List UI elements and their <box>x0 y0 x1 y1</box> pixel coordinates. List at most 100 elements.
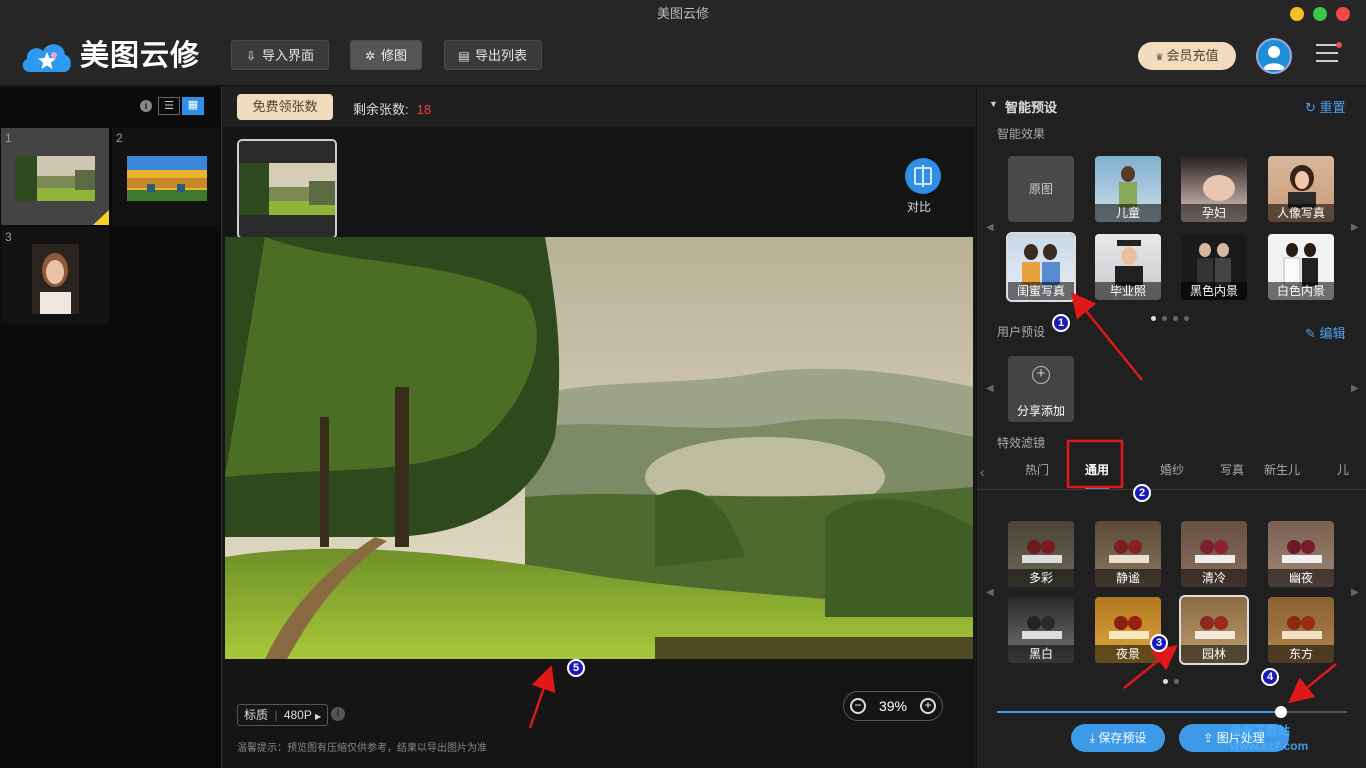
collapse-caret-icon[interactable]: ▼ <box>989 99 998 109</box>
prev-arrow-icon[interactable]: ◀ <box>986 222 994 233</box>
tabs-prev-icon[interactable]: ‹ <box>980 464 985 480</box>
page-dots[interactable] <box>1151 310 1195 324</box>
caret-right-icon: ▶ <box>314 712 322 721</box>
filter-tile[interactable]: 多彩 <box>1008 521 1074 587</box>
filter-tile[interactable]: 静谧 <box>1095 521 1161 587</box>
tab-newborn[interactable]: 新生儿 <box>1264 461 1300 478</box>
save-preset-button[interactable]: ⤓ 保存预设 <box>1071 724 1165 752</box>
effect-label: 毕业照 <box>1095 282 1161 300</box>
app-header: 美图云修 ⇩ 导入界面 ✲ 修图 ▤ 导出列表 ♛ 会员充值 <box>0 28 1366 86</box>
compare-button[interactable] <box>905 158 941 194</box>
prev-arrow-icon[interactable]: ◀ <box>986 383 994 394</box>
effect-tile[interactable]: 孕妇 <box>1181 156 1247 222</box>
thumbnail-panel: i ☰ ▦ 1 2 3 <box>0 87 222 768</box>
remaining-count: 剩余张数: 18 <box>353 99 431 118</box>
close-button[interactable] <box>1336 7 1350 21</box>
adjust-panel: ▼ 智能预设 ↻ 重置 智能效果 ◀ ▶ 原图 儿童 孕妇 人像写真 闺蜜写真 … <box>976 87 1366 768</box>
annotation-badge: 3 <box>1150 634 1168 652</box>
export-list-button[interactable]: ▤ 导出列表 <box>444 40 543 70</box>
filter-thumbnail <box>1109 540 1149 563</box>
effect-tile[interactable]: 毕业照 <box>1095 234 1161 300</box>
view-toolbar: i ☰ ▦ <box>0 87 222 127</box>
effect-original[interactable]: 原图 <box>1008 156 1074 222</box>
filter-tile[interactable]: 清冷 <box>1181 521 1247 587</box>
avatar[interactable] <box>1256 38 1292 74</box>
filter-thumbnail <box>1282 540 1322 563</box>
quality-value: 480P <box>283 708 312 722</box>
slider-knob[interactable] <box>1274 706 1287 718</box>
edit-label: 编辑 <box>1319 326 1346 341</box>
annotation-badge: 5 <box>567 659 585 677</box>
filter-tile[interactable]: 幽夜 <box>1268 521 1334 587</box>
filter-tile-selected[interactable]: 园林 <box>1179 595 1249 665</box>
filter-tile[interactable]: 东方 <box>1268 597 1334 663</box>
vip-recharge-button[interactable]: ♛ 会员充值 <box>1138 42 1236 70</box>
effect-thumbnail <box>1115 240 1143 286</box>
main-preview-image[interactable] <box>225 237 973 659</box>
effect-tile[interactable]: 黑色内景 <box>1181 234 1247 300</box>
thumbnail-item[interactable]: 3 <box>1 227 109 324</box>
menu-icon[interactable] <box>1316 44 1338 64</box>
effect-tile[interactable]: 人像写真 <box>1268 156 1334 222</box>
tab-wedding[interactable]: 婚纱 <box>1160 461 1184 478</box>
share-add-tile[interactable]: + 分享添加 <box>1008 356 1074 422</box>
tab-hot[interactable]: 热门 <box>1025 461 1049 478</box>
list-view-icon[interactable]: ☰ <box>158 97 180 115</box>
edit-button[interactable]: ✎ 编辑 <box>1305 323 1346 342</box>
intensity-slider[interactable] <box>997 705 1347 719</box>
prev-arrow-icon[interactable]: ◀ <box>986 587 994 598</box>
filter-label: 黑白 <box>1008 645 1074 663</box>
reset-button[interactable]: ↻ 重置 <box>1305 97 1346 116</box>
edit-icon: ✎ <box>1305 326 1316 341</box>
retouch-button[interactable]: ✲ 修图 <box>350 40 423 70</box>
thumbnail-item[interactable]: 2 <box>112 128 220 225</box>
tab-kids[interactable]: 儿 <box>1337 461 1349 478</box>
tabs-divider <box>977 489 1366 490</box>
thumbnail-image <box>32 244 79 314</box>
smart-effects-title: 智能效果 <box>997 127 1046 141</box>
thumbnail-number: 3 <box>5 230 12 244</box>
effect-thumbnail <box>1022 244 1060 286</box>
tab-portrait[interactable]: 写真 <box>1220 461 1244 478</box>
zoom-out-icon[interactable]: − <box>850 698 866 714</box>
thumbnail-number: 1 <box>5 131 12 145</box>
landscape-photo <box>225 237 973 659</box>
effect-label: 原图 <box>1028 182 1053 196</box>
filter-tile[interactable]: 夜景 <box>1095 597 1161 663</box>
filter-thumbnail <box>1282 616 1322 639</box>
next-arrow-icon[interactable]: ▶ <box>1351 383 1359 394</box>
thumbnail-image <box>15 156 95 201</box>
preview-hint: 温馨提示：预览图有压缩仅供参考，结果以导出图片为准 <box>237 743 487 754</box>
grid-view-icon[interactable]: ▦ <box>182 97 204 115</box>
thumbnail-item[interactable]: 1 <box>1 128 109 225</box>
annotation-badge: 2 <box>1133 484 1151 502</box>
quality-selector[interactable]: 标质 | 480P ▶ <box>237 704 329 726</box>
effect-tile-selected[interactable]: 闺蜜写真 <box>1006 232 1076 302</box>
annotation-badge: 1 <box>1052 314 1070 332</box>
free-quota-button[interactable]: 免费领张数 <box>237 94 333 120</box>
compare-icon <box>914 165 932 187</box>
next-arrow-icon[interactable]: ▶ <box>1351 222 1359 233</box>
effect-thumbnail <box>1197 243 1231 286</box>
zoom-in-icon[interactable]: + <box>920 698 936 714</box>
filter-thumbnail <box>1109 616 1149 639</box>
filter-tile[interactable]: 黑白 <box>1008 597 1074 663</box>
thumbnail-image <box>239 141 335 237</box>
thumbnail-number: 2 <box>116 131 123 145</box>
app-logo-icon <box>22 44 71 72</box>
tab-general[interactable]: 通用 <box>1085 461 1109 478</box>
info-icon[interactable]: i <box>140 100 152 112</box>
save-preset-label: 保存预设 <box>1098 731 1147 745</box>
next-arrow-icon[interactable]: ▶ <box>1351 587 1359 598</box>
add-circle-icon: + <box>1032 366 1050 384</box>
minimize-button[interactable] <box>1290 7 1304 21</box>
filter-page-dots[interactable] <box>1163 673 1185 687</box>
quality-info-icon[interactable]: i <box>331 707 345 721</box>
current-photo-thumbnail[interactable] <box>237 139 337 239</box>
sparkle-icon: ✲ <box>364 49 376 63</box>
effect-tile[interactable]: 儿童 <box>1095 156 1161 222</box>
retouch-label: 修图 <box>381 48 408 63</box>
import-button[interactable]: ⇩ 导入界面 <box>231 40 330 70</box>
maximize-button[interactable] <box>1313 7 1327 21</box>
effect-tile[interactable]: 白色内景 <box>1268 234 1334 300</box>
